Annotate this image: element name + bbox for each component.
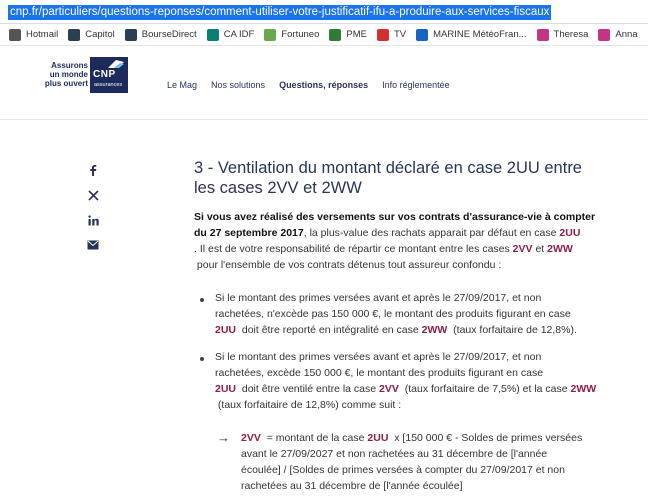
bookmark-hotmail[interactable]: Hotmail xyxy=(4,28,63,41)
facebook-share-button[interactable] xyxy=(86,163,100,177)
logo-subtitle: assurances xyxy=(94,82,123,88)
bookmark-label: Hotmail xyxy=(26,29,59,40)
bookmarks-bar: Hotmail Capitol BourseDirect CA IDF Fortuneo… xyxy=(0,24,648,46)
tv-icon xyxy=(376,28,389,41)
bookmark-label: Fortuneo xyxy=(281,29,320,40)
site-header: Assurons un monde plus ouvert CNP assura… xyxy=(0,46,648,120)
bookmark-marine-m-t-ofran[interactable]: MARINE MétéoFran... xyxy=(411,28,531,41)
linkedin-icon xyxy=(87,214,99,225)
bookmark-pme[interactable]: PME xyxy=(324,28,372,41)
logo-mark: CNP assurances xyxy=(90,57,128,93)
url-text[interactable]: cnp.fr/particuliers/questions-reponses/c… xyxy=(8,5,552,20)
email-share-button[interactable] xyxy=(86,238,100,252)
email-icon xyxy=(87,240,99,250)
bookmark-label: Theresa xyxy=(553,29,589,40)
address-bar[interactable]: cnp.fr/particuliers/questions-reponses/c… xyxy=(0,0,648,24)
bookmark-boursedirect[interactable]: BourseDirect xyxy=(120,28,202,41)
bookmark-ca-idf[interactable]: CA IDF xyxy=(202,28,260,41)
bookmark-label: Anna xyxy=(615,29,638,40)
fortuneo-icon xyxy=(264,28,277,41)
bookmark-label: PME xyxy=(346,29,367,40)
bullet-item-1: Si le montant des primes versées avant e… xyxy=(215,292,577,336)
settings-icon xyxy=(9,28,21,41)
bookmark-label: TV xyxy=(393,29,407,40)
bullet-dot xyxy=(200,357,204,361)
bookmark-label: Capitol xyxy=(85,29,115,40)
ca-idf-icon xyxy=(206,28,219,41)
intro-paragraph: Si vous avez réalisé des versements sur … xyxy=(194,211,596,271)
logo-tagline: Assurons un monde plus ouvert xyxy=(44,61,88,88)
cnp-logo[interactable]: Assurons un monde plus ouvert CNP assura… xyxy=(36,57,136,97)
x-share-button[interactable] xyxy=(86,188,100,202)
nav-info-reglementee[interactable]: Info réglementée xyxy=(382,80,450,90)
x-icon xyxy=(87,189,99,201)
marine-icon xyxy=(416,28,429,41)
bookmark-theresa[interactable]: Theresa xyxy=(532,28,594,41)
nav-nos-solutions[interactable]: Nos solutions xyxy=(211,80,265,90)
linkedin-share-button[interactable] xyxy=(86,213,100,227)
capitol-icon xyxy=(68,28,81,41)
logo-name: CNP xyxy=(93,69,116,80)
bookmark-r[interactable]: R xyxy=(643,28,648,41)
bookmark-label: CA IDF xyxy=(223,29,255,40)
main-nav: Le Mag Nos solutions Questions, réponses… xyxy=(167,80,450,90)
bookmark-fortuneo[interactable]: Fortuneo xyxy=(259,28,324,41)
nav-le-mag[interactable]: Le Mag xyxy=(167,80,197,90)
bookmark-label: MARINE MétéoFran... xyxy=(433,29,527,40)
instagram-icon xyxy=(536,28,549,41)
bullet-dot xyxy=(200,298,204,302)
facebook-icon xyxy=(90,165,97,176)
section-heading: 3 - Ventilation du montant déclaré en ca… xyxy=(194,159,582,197)
bookmark-tv[interactable]: TV xyxy=(372,28,411,41)
logo-wing-icon xyxy=(108,60,124,68)
bookmark-capitol[interactable]: Capitol xyxy=(63,28,120,41)
nav-questions-reponses[interactable]: Questions, réponses xyxy=(279,80,368,90)
right-arrow-icon: → xyxy=(217,430,230,445)
pme-icon xyxy=(329,28,342,41)
bookmark-label: BourseDirect xyxy=(141,29,197,40)
article: 3 - Ventilation du montant déclaré en ca… xyxy=(194,158,614,198)
formula-2vv: 2VV = montant de la case 2UU x [150 000 … xyxy=(241,432,583,492)
instagram-icon xyxy=(598,28,611,41)
bookmark-anna[interactable]: Anna xyxy=(593,28,642,41)
bank-icon xyxy=(124,28,137,41)
bullet-item-2: Si le montant des primes versées avant e… xyxy=(215,351,597,411)
